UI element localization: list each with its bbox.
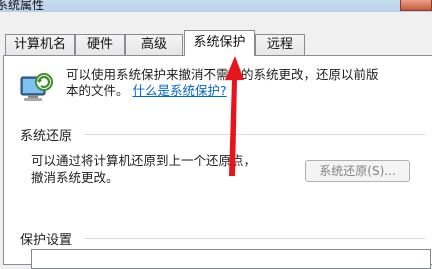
system-restore-button[interactable]: 系统还原(S)...	[305, 160, 410, 182]
settings-group-divider	[85, 238, 425, 239]
description-line-1: 可以使用系统保护来撤消不需要的系统更改，还原以前版	[66, 67, 379, 82]
description-line-2: 本的文件。	[66, 83, 129, 98]
tab-hardware[interactable]: 硬件	[75, 34, 125, 55]
protection-description: 可以使用系统保护来撤消不需要的系统更改，还原以前版 本的文件。 什么是系统保护?	[66, 67, 426, 99]
protection-settings-group-title: 保护设置	[20, 229, 77, 248]
system-protection-icon	[20, 73, 53, 101]
restore-text-line-1: 可以通过将计算机还原到上一个还原点，	[31, 153, 257, 168]
system-restore-group-title: 系统还原	[20, 125, 77, 144]
restore-description: 可以通过将计算机还原到上一个还原点， 撤消系统更改。	[31, 152, 256, 186]
title-bar: 系统属性	[0, 0, 432, 12]
protection-settings-list[interactable]	[31, 249, 431, 269]
tab-remote[interactable]: 远程	[255, 34, 305, 55]
what-is-system-protection-link[interactable]: 什么是系统保护?	[133, 83, 227, 98]
tab-strip: 计算机名 硬件 高级 系统保护 远程	[0, 12, 432, 56]
restore-group-divider	[85, 134, 425, 135]
tab-advanced[interactable]: 高级	[125, 34, 183, 55]
tab-system-protection[interactable]: 系统保护	[184, 30, 255, 56]
tab-computer-name[interactable]: 计算机名	[5, 34, 75, 55]
close-button[interactable]	[400, 0, 432, 11]
restore-text-line-2: 撤消系统更改。	[31, 170, 119, 185]
